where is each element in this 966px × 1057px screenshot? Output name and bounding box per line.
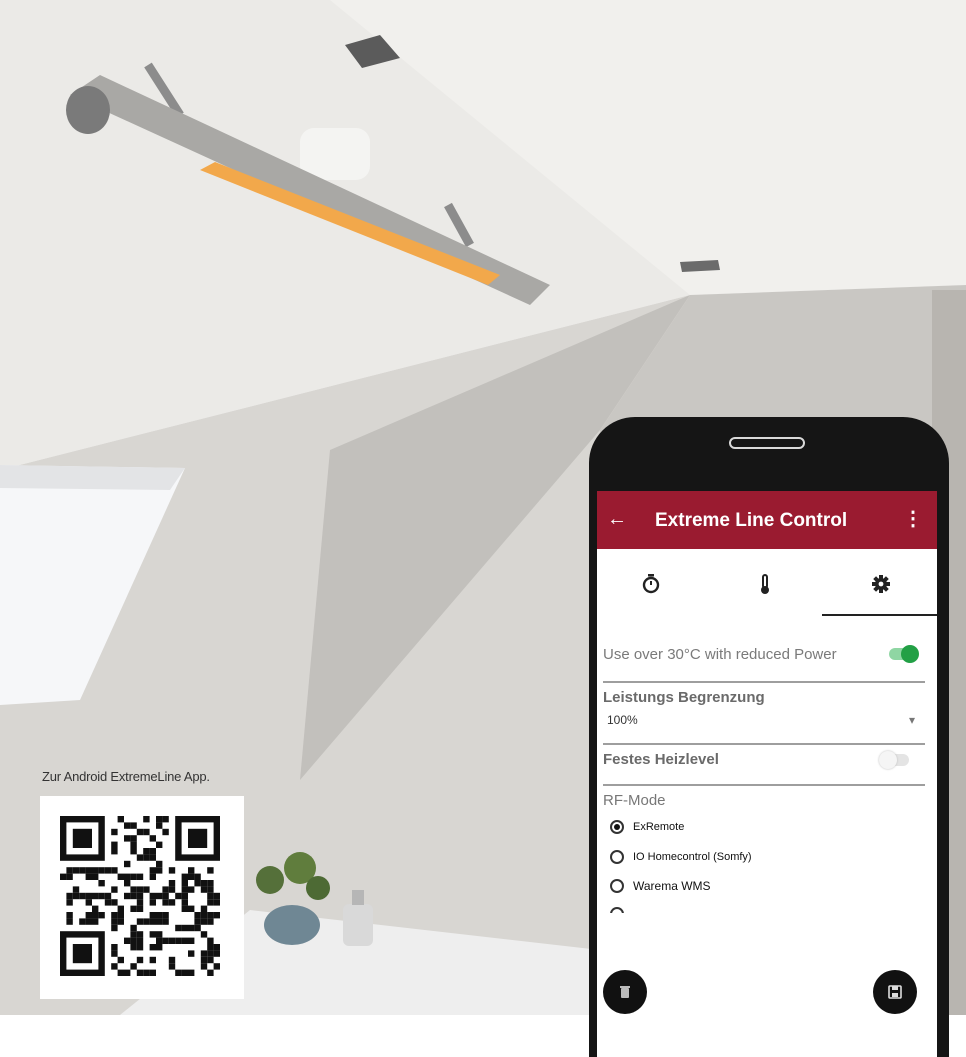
rf-mode-label: RF-Mode <box>603 792 666 809</box>
qr-caption: Zur Android ExtremeLine App. <box>42 769 210 784</box>
radio-label: Warema WMS <box>633 879 711 893</box>
timer-icon <box>642 574 660 594</box>
phone-mockup: ← Extreme Line Control ⋮ Use over 30°C w… <box>589 417 949 1057</box>
tab-timer[interactable] <box>636 569 666 599</box>
radio-warema-wms[interactable]: Warema WMS <box>597 875 927 899</box>
gear-icon <box>872 575 890 593</box>
power-limit-select[interactable]: 100% ▾ <box>603 709 923 735</box>
tab-settings[interactable] <box>866 569 896 599</box>
back-arrow-icon[interactable]: ← <box>607 507 627 531</box>
delete-button[interactable] <box>603 970 647 1014</box>
app-bar: ← Extreme Line Control ⋮ <box>597 491 937 549</box>
radio-button <box>610 820 624 834</box>
app-screen: ← Extreme Line Control ⋮ Use over 30°C w… <box>597 491 937 1057</box>
radio-exremote[interactable]: ExRemote <box>597 816 927 840</box>
tab-selected-indicator <box>822 614 937 616</box>
overflow-menu-icon[interactable]: ⋮ <box>903 507 923 531</box>
radio-io-homecontrol[interactable]: IO Homecontrol (Somfy) <box>597 846 927 870</box>
radio-button <box>610 879 624 893</box>
power-limit-label: Leistungs Begrenzung <box>603 689 765 706</box>
fixed-level-toggle[interactable] <box>879 749 919 771</box>
tab-temperature[interactable] <box>750 569 780 599</box>
divider <box>603 681 925 683</box>
save-button[interactable] <box>873 970 917 1014</box>
phone-speaker <box>729 437 805 449</box>
reduced-power-toggle[interactable] <box>887 643 927 665</box>
app-title: Extreme Line Control <box>655 510 848 531</box>
divider <box>603 743 925 745</box>
radio-button <box>610 850 624 864</box>
power-limit-value: 100% <box>607 713 638 727</box>
save-icon <box>888 985 902 999</box>
radio-label: IO Homecontrol (Somfy) <box>633 851 752 863</box>
qr-code[interactable] <box>40 796 244 999</box>
radio-label: ExRemote <box>633 821 685 833</box>
divider <box>603 784 925 786</box>
reduced-power-label: Use over 30°C with reduced Power <box>603 646 837 663</box>
fixed-level-label: Festes Heizlevel <box>603 751 719 768</box>
tab-bar <box>597 549 937 619</box>
trash-icon <box>620 986 630 998</box>
thermometer-icon <box>761 574 769 594</box>
radio-partial <box>610 907 624 913</box>
dropdown-arrow-icon: ▾ <box>908 713 915 727</box>
qr-code-pattern <box>60 816 220 976</box>
